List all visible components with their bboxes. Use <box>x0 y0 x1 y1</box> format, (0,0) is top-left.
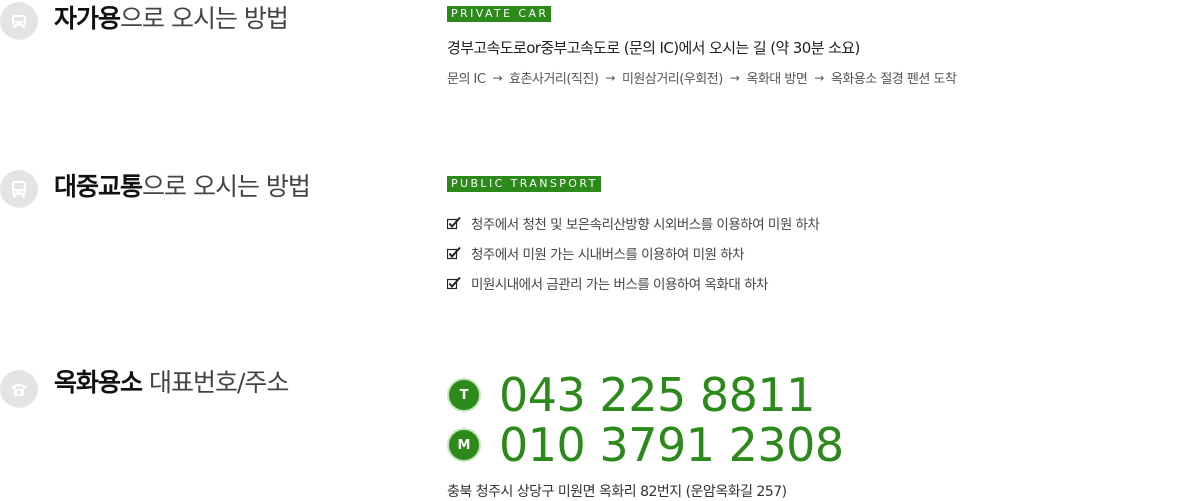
route-title: 경부고속도로or중부고속도로 (문의 IC)에서 오시는 길 (약 30분 소요… <box>447 39 860 57</box>
public-transport-heading-strong: 대중교통 <box>54 172 143 201</box>
car-icon <box>0 2 38 40</box>
list-item: 청주에서 미원 가는 시내버스를 이용하여 미원 하차 <box>447 238 819 268</box>
mobile-row: M 010 3791 2308 <box>447 422 844 468</box>
contact-heading-strong: 옥화용소 <box>54 368 143 397</box>
list-item-text: 청주에서 청천 및 보은속리산방향 시외버스를 이용하여 미원 하차 <box>471 217 820 233</box>
contact-heading: 옥화용소 대표번호/주소 <box>54 364 289 402</box>
contact-heading-rest: 대표번호/주소 <box>142 368 289 397</box>
route-step: 미원삼거리(우회전) <box>621 72 723 87</box>
list-item-text: 미원시내에서 금관리 가는 버스를 이용하여 옥화대 하차 <box>471 277 768 293</box>
list-item-text: 청주에서 미원 가는 시내버스를 이용하여 미원 하차 <box>471 247 745 263</box>
list-item: 미원시내에서 금관리 가는 버스를 이용하여 옥화대 하차 <box>447 268 819 298</box>
mobile-number[interactable]: 010 3791 2308 <box>499 422 844 468</box>
bus-route-list: 청주에서 청천 및 보은속리산방향 시외버스를 이용하여 미원 하차 청주에서 … <box>447 208 820 298</box>
address: 충북 청주시 상당구 미원면 옥화리 82번지 (운암옥화길 257) <box>447 484 787 500</box>
private-car-heading: 자가용으로 오시는 방법 <box>54 0 289 38</box>
route-step: 효촌사거리(직진) <box>509 72 599 87</box>
arrow-icon: → <box>492 70 503 85</box>
public-transport-tag: PUBLIC TRANSPORT <box>447 176 601 192</box>
public-transport-heading-rest: 으로 오시는 방법 <box>142 172 311 201</box>
arrow-icon: → <box>605 70 615 85</box>
private-car-heading-rest: 으로 오시는 방법 <box>120 4 289 33</box>
public-transport-heading: 대중교통으로 오시는 방법 <box>54 168 311 206</box>
list-item: 청주에서 청천 및 보은속리산방향 시외버스를 이용하여 미원 하차 <box>447 208 820 238</box>
checkmark-icon <box>447 276 461 290</box>
checkmark-icon <box>447 246 461 260</box>
phone-row: T 043 225 8811 <box>447 372 815 418</box>
telephone-icon <box>0 370 38 408</box>
phone-badge: T <box>447 378 481 412</box>
arrow-icon: → <box>729 70 740 85</box>
phone-number[interactable]: 043 225 8811 <box>499 372 815 418</box>
route-path: 문의 IC → 효촌사거리(직진) → 미원삼거리(우회전) → 옥화대 방면 … <box>447 68 957 88</box>
arrow-icon: → <box>814 70 824 85</box>
route-step: 옥화용소 절경 펜션 도착 <box>830 72 957 87</box>
bus-icon <box>0 170 38 208</box>
route-step: 문의 IC <box>447 72 486 87</box>
private-car-heading-strong: 자가용 <box>54 4 121 33</box>
route-step: 옥화대 방면 <box>746 72 808 87</box>
private-car-tag: PRIVATE CAR <box>447 6 552 22</box>
mobile-badge: M <box>447 428 481 462</box>
checkmark-icon <box>447 216 461 230</box>
